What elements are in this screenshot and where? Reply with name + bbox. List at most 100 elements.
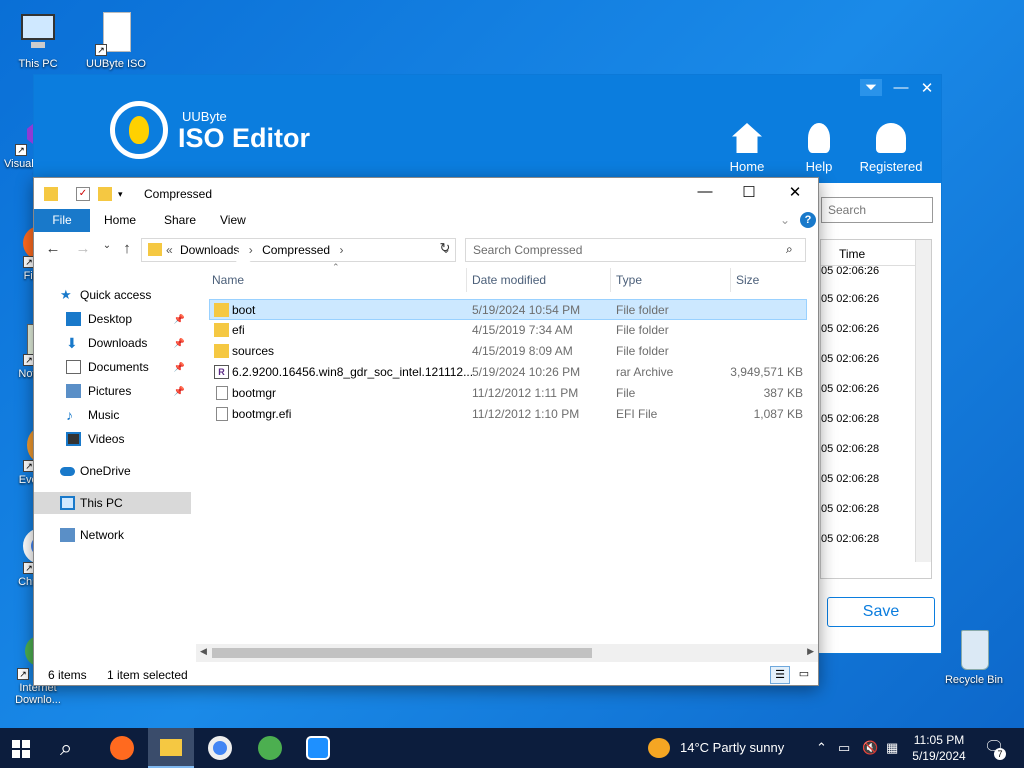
file-row[interactable]: R 6.2.9200.16456.win8_gdr_soc_intel.1211… bbox=[209, 362, 807, 383]
sidebar-item-documents[interactable]: Documents 📌 bbox=[34, 356, 191, 378]
volume-muted-icon[interactable]: 🔇 bbox=[862, 728, 878, 768]
desktop-icon-label: This PC bbox=[18, 58, 58, 70]
home-icon bbox=[732, 123, 762, 153]
chevron-right-icon[interactable]: › bbox=[333, 243, 349, 257]
column-header-size[interactable]: Size bbox=[736, 266, 759, 294]
cloud-icon bbox=[60, 467, 75, 476]
scrollbar-thumb[interactable] bbox=[212, 648, 592, 658]
sidebar-item-videos[interactable]: Videos bbox=[34, 428, 191, 450]
sidebar-item-this-pc[interactable]: This PC bbox=[34, 492, 191, 514]
file-row[interactable]: bootmgr.efi 11/12/2012 1:10 PM EFI File … bbox=[209, 404, 807, 425]
desktop-icon-this-pc[interactable]: This PC bbox=[2, 10, 74, 70]
document-icon: ↗ bbox=[93, 10, 139, 56]
home-nav-button[interactable]: Home bbox=[712, 123, 782, 174]
folder-icon bbox=[148, 243, 162, 256]
chevron-up-icon[interactable]: ⌃ bbox=[816, 728, 827, 768]
large-icons-view-icon[interactable]: ▭ bbox=[794, 666, 814, 684]
uubyte-iso-editor-icon[interactable] bbox=[306, 736, 330, 760]
weather-icon[interactable] bbox=[648, 738, 670, 758]
tab-home[interactable]: Home bbox=[90, 209, 150, 232]
clock[interactable]: 11:05 PM 5/19/2024 bbox=[906, 732, 972, 764]
desktop-icon-uubyte-iso[interactable]: ↗ UUByte ISO bbox=[80, 10, 152, 70]
firefox-icon[interactable] bbox=[110, 736, 134, 760]
expand-ribbon-icon[interactable]: ⌄ bbox=[780, 213, 790, 227]
file-row[interactable]: sources 4/15/2019 8:09 AM File folder bbox=[209, 341, 807, 362]
breadcrumb-overflow-icon[interactable]: « bbox=[166, 243, 173, 257]
tab-view[interactable]: View bbox=[206, 209, 260, 232]
properties-icon[interactable]: ✓ bbox=[76, 187, 90, 201]
sidebar-item-network[interactable]: Network bbox=[34, 524, 191, 546]
file-explorer-taskbar-button[interactable] bbox=[148, 728, 194, 768]
iso-search-input[interactable]: Search bbox=[821, 197, 933, 223]
sidebar-item-label: This PC bbox=[80, 496, 123, 510]
scroll-right-icon[interactable]: ▶ bbox=[807, 646, 814, 657]
file-name: sources bbox=[232, 344, 275, 358]
maximize-button[interactable]: ☐ bbox=[726, 183, 772, 201]
sidebar-item-music[interactable]: ♪ Music bbox=[34, 404, 191, 426]
file-row[interactable]: efi 4/15/2019 7:34 AM File folder bbox=[209, 320, 807, 341]
shortcut-arrow-icon: ↗ bbox=[17, 668, 29, 680]
notification-count-badge: 7 bbox=[994, 748, 1006, 760]
registered-nav-button[interactable]: Registered bbox=[856, 123, 926, 174]
search-input[interactable]: Search Compressed bbox=[465, 238, 806, 262]
minimize-button[interactable]: — bbox=[890, 79, 912, 96]
details-view-icon[interactable]: ☰ bbox=[770, 666, 790, 684]
sidebar-item-pictures[interactable]: Pictures 📌 bbox=[34, 380, 191, 402]
file-row[interactable]: bootmgr 11/12/2012 1:11 PM File 387 KB bbox=[209, 383, 807, 404]
sidebar-item-label: Desktop bbox=[88, 312, 133, 326]
breadcrumb-compressed[interactable]: Compressed bbox=[262, 243, 330, 257]
download-manager-icon[interactable] bbox=[258, 736, 282, 760]
scroll-left-icon[interactable]: ◀ bbox=[200, 646, 207, 657]
help-icon[interactable]: ? bbox=[800, 212, 816, 228]
language-icon[interactable]: ▦ bbox=[886, 728, 898, 768]
customize-toolbar-icon[interactable]: ▾ bbox=[118, 187, 132, 201]
sidebar-item-onedrive[interactable]: OneDrive bbox=[34, 460, 191, 482]
download-icon: ⬇ bbox=[66, 335, 78, 351]
refresh-icon[interactable]: ↻ bbox=[434, 240, 456, 260]
forward-arrow-icon[interactable]: → bbox=[72, 240, 94, 260]
close-button[interactable]: ✕ bbox=[916, 79, 938, 97]
tab-share[interactable]: Share bbox=[150, 209, 210, 232]
up-arrow-icon[interactable]: ↑ bbox=[116, 240, 138, 260]
save-button[interactable]: Save bbox=[827, 597, 935, 627]
close-button[interactable]: ✕ bbox=[772, 183, 818, 201]
windows-start-icon[interactable] bbox=[12, 740, 30, 758]
file-type: File folder bbox=[616, 303, 669, 317]
new-folder-icon[interactable] bbox=[98, 187, 112, 201]
column-divider[interactable] bbox=[610, 268, 611, 292]
help-nav-label: Help bbox=[805, 159, 833, 174]
column-header-date[interactable]: Date modified bbox=[472, 266, 546, 294]
chrome-icon[interactable] bbox=[208, 736, 232, 760]
recent-locations-icon[interactable]: ⌄ bbox=[96, 240, 118, 260]
network-icon[interactable]: ▭ bbox=[838, 728, 850, 768]
sidebar-item-label: Documents bbox=[88, 360, 149, 374]
dropdown-icon[interactable]: ⏷ bbox=[860, 79, 882, 96]
explorer-title-bar: ✓ ▾ Compressed — ☐ ✕ bbox=[34, 178, 818, 209]
clock-time: 11:05 PM bbox=[913, 733, 965, 747]
search-icon[interactable]: ⌕ bbox=[60, 736, 84, 760]
tab-file[interactable]: File bbox=[34, 209, 90, 232]
folder-icon bbox=[214, 344, 229, 358]
minimize-button[interactable]: — bbox=[682, 183, 728, 200]
iso-editor-header: UUByte ISO Editor ⏷ — ✕ Home Help Regist… bbox=[34, 75, 941, 183]
vertical-scrollbar[interactable] bbox=[915, 240, 931, 562]
column-divider[interactable] bbox=[730, 268, 731, 292]
address-row: ← → ⌄ ↑ « Downloads › Compressed › ⌄ ↻ S… bbox=[34, 236, 818, 264]
desktop-icon-recycle-bin[interactable]: Recycle Bin bbox=[938, 626, 1010, 686]
address-bar[interactable]: « Downloads › Compressed › ⌄ bbox=[141, 238, 456, 262]
back-arrow-icon[interactable]: ← bbox=[42, 240, 64, 260]
pin-icon: 📌 bbox=[173, 338, 185, 348]
horizontal-scrollbar[interactable]: ◀ ▶ bbox=[196, 644, 818, 662]
file-icon bbox=[216, 407, 228, 421]
sidebar-item-downloads[interactable]: ⬇ Downloads 📌 bbox=[34, 332, 191, 354]
file-row[interactable]: boot 5/19/2024 10:54 PM File folder bbox=[209, 299, 807, 320]
sidebar-item-quick-access[interactable]: ★ Quick access bbox=[34, 284, 191, 306]
column-header-type[interactable]: Type bbox=[616, 266, 642, 294]
sidebar-item-desktop[interactable]: Desktop 📌 bbox=[34, 308, 191, 330]
help-nav-button[interactable]: Help bbox=[784, 123, 854, 174]
column-header-name[interactable]: Name bbox=[212, 266, 244, 294]
column-divider[interactable] bbox=[466, 268, 467, 292]
weather-text[interactable]: 14°C Partly sunny bbox=[680, 728, 784, 768]
clock-date: 5/19/2024 bbox=[912, 749, 966, 763]
file-size: 1,087 KB bbox=[753, 407, 803, 421]
